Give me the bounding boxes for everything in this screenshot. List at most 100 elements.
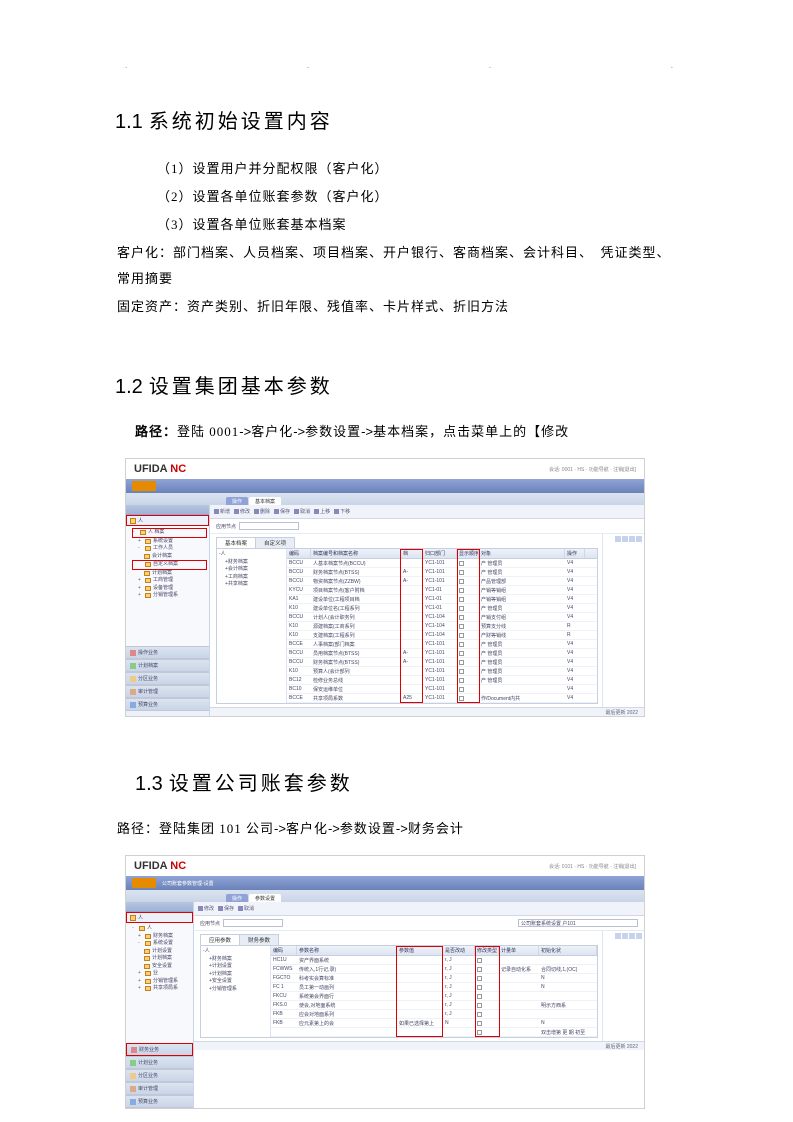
checkbox[interactable] <box>459 633 464 638</box>
tab2-custom[interactable]: 自定义项 <box>255 537 295 548</box>
table-row[interactable]: K10源建档案(工商系列YC1-104预算支分线R <box>287 622 597 631</box>
tool-icon[interactable] <box>636 933 642 939</box>
filter-input[interactable] <box>223 919 283 927</box>
table-row[interactable]: FKCU系统第会界面行r, J <box>271 992 597 1001</box>
table-row[interactable]: 双击增第 更 期 初至 <box>271 1028 597 1037</box>
tab2-app[interactable]: 应用参数 <box>200 934 240 945</box>
table-row[interactable]: BCCE人事档案(部门档案YC1-101产 管理员V4 <box>287 640 597 649</box>
data-table[interactable]: 编码 档案编号和档案名称 档 归口部门 显示顺序 对象 操作 BCCU人基本档案… <box>287 549 597 703</box>
table-tree[interactable]: -人 +财务档案 +计划设置 +计划档案 +安全设置 +分销管理系 <box>201 946 271 1037</box>
sect-2[interactable]: 分区业务 <box>126 1069 193 1082</box>
tool-icon[interactable] <box>629 933 635 939</box>
tab-params[interactable]: 参数设置 <box>249 894 281 902</box>
sidebar-item-active[interactable]: 人 <box>126 515 209 526</box>
table-row[interactable]: BCCE共享项局系数A25YC1-101作/Document内共V4 <box>287 694 597 703</box>
btn-save[interactable]: 保存 <box>218 905 234 912</box>
tab2-fin[interactable]: 财务参数 <box>239 934 279 945</box>
checkbox[interactable] <box>477 1003 482 1008</box>
nav-home-button[interactable] <box>132 481 156 491</box>
table-row[interactable]: BCCU财务档案节点(BTSS)A-YC1-101产 管理员V4 <box>287 568 597 577</box>
table-row[interactable]: BCCU财务档案节点(BTSS)A-YC1-101产 管理员V4 <box>287 658 597 667</box>
btn-edit[interactable]: 修改 <box>234 508 250 515</box>
sidebar-item-active[interactable]: 人 <box>126 912 193 923</box>
company-input[interactable]: 公司账套系统设置 户101 <box>518 919 638 927</box>
table-row[interactable]: HC1U资产界面系统r, J <box>271 956 597 965</box>
sect-3[interactable]: 审计管理 <box>126 685 209 698</box>
checkbox[interactable] <box>477 994 482 999</box>
table-row[interactable]: K10建设单位名(工程系列YC1-01产 管理员V4 <box>287 604 597 613</box>
checkbox[interactable] <box>459 696 464 701</box>
sect-finance[interactable]: 财务业务 <box>126 1043 193 1056</box>
tab-basic-archive[interactable]: 基本档案 <box>249 497 281 505</box>
sect-4[interactable]: 预算业务 <box>126 698 209 711</box>
btn-new[interactable]: 新增 <box>214 508 230 515</box>
checkbox[interactable] <box>459 624 464 629</box>
sect-3[interactable]: 审计管理 <box>126 1082 193 1095</box>
checkbox[interactable] <box>477 958 482 963</box>
table-row[interactable]: K10预算人(会计部列YC1-101产 管理员V4 <box>287 667 597 676</box>
tool-icon[interactable] <box>636 536 642 542</box>
checkbox[interactable] <box>477 976 482 981</box>
tool-icon[interactable] <box>615 536 621 542</box>
sect-0[interactable]: 操作业务 <box>126 646 209 659</box>
btn-del[interactable]: 删除 <box>254 508 270 515</box>
tab-operate[interactable]: 操作 <box>226 497 248 505</box>
checkbox[interactable] <box>459 588 464 593</box>
table-row[interactable]: FKB应会对地面系列r, J <box>271 1010 597 1019</box>
table-row[interactable]: KA1建设单位(工程项目档YC1-01产销等销组V4 <box>287 595 597 604</box>
checkbox[interactable] <box>459 678 464 683</box>
nav-tree[interactable]: -人 +财务档案 -系统设置 计划设置 计划档案 安全设置 +业 +分销管理系 … <box>126 923 193 1043</box>
table-row[interactable]: FGCTO科考实会算标准r, JN <box>271 974 597 983</box>
table-row[interactable]: FC 1员工第一动画列r, JN <box>271 983 597 992</box>
table-row[interactable]: BC10保安运维单位YC1-101V4 <box>287 685 597 694</box>
checkbox[interactable] <box>459 561 464 566</box>
tab-operate[interactable]: 操作 <box>226 894 248 902</box>
btn-save[interactable]: 保存 <box>274 508 290 515</box>
checkbox[interactable] <box>459 606 464 611</box>
btn-up[interactable]: 上移 <box>314 508 330 515</box>
sect-2[interactable]: 分区业务 <box>126 672 209 685</box>
table-row[interactable]: FCWWS传统入,1行记,录)r, J记录自动化系合同切线,1,(OC) <box>271 965 597 974</box>
table-row[interactable]: FKS.0使会,对地面系统r, J明示方西系 <box>271 1001 597 1010</box>
btn-edit[interactable]: 修改 <box>198 905 214 912</box>
table-row[interactable]: KYCU项目档案节点(客户附档YC1-01产销等销组V4 <box>287 586 597 595</box>
tool-icon[interactable] <box>622 536 628 542</box>
checkbox[interactable] <box>459 570 464 575</box>
checkbox[interactable] <box>477 967 482 972</box>
table-row[interactable]: FKB应元素第上的会如果已选择第上NN <box>271 1019 597 1028</box>
doc-tabs[interactable]: 操作 参数设置 <box>126 890 644 902</box>
top-menubar[interactable]: 公司账套参数管理-设置 <box>126 876 644 890</box>
checkbox[interactable] <box>459 597 464 602</box>
sect-4[interactable]: 预算业务 <box>126 1095 193 1108</box>
checkbox[interactable] <box>459 615 464 620</box>
checkbox[interactable] <box>477 1021 482 1026</box>
checkbox[interactable] <box>459 687 464 692</box>
checkbox[interactable] <box>459 660 464 665</box>
sect-1[interactable]: 计划业务 <box>126 1056 193 1069</box>
tool-icon[interactable] <box>615 933 621 939</box>
btn-down[interactable]: 下移 <box>334 508 350 515</box>
nav-tree[interactable]: -人 档案 +系统设置 -工作人员 会计档案 自定义档案 计划档案 +工商管理 … <box>126 526 209 646</box>
filter-input[interactable] <box>239 522 299 530</box>
tab2-basic[interactable]: 基本档案 <box>216 537 256 548</box>
top-menubar[interactable] <box>126 479 644 493</box>
data-table[interactable]: 编码 参数名称 参数值 是否改动 修改类型 计量单 初始化状 HC1U资产界面系… <box>271 946 597 1037</box>
checkbox[interactable] <box>477 1012 482 1017</box>
table-row[interactable]: BCCU物资档案节点(ZZBW)A-YC1-101产品管理部V4 <box>287 577 597 586</box>
table-row[interactable]: BCCU人基本档案节点(BCCU)YC1-101产 管理员V4 <box>287 559 597 568</box>
btn-cancel[interactable]: 取消 <box>294 508 310 515</box>
checkbox[interactable] <box>459 651 464 656</box>
checkbox[interactable] <box>459 579 464 584</box>
table-row[interactable]: BCCU员用档案节点(BTSS)A-YC1-101产 管理员V4 <box>287 649 597 658</box>
nav-home-button[interactable] <box>132 878 156 888</box>
checkbox[interactable] <box>477 1030 482 1035</box>
table-tree[interactable]: -人 +财务档案 +会计档案 +工商档案 +共享档案 <box>217 549 287 703</box>
tool-icon[interactable] <box>629 536 635 542</box>
sect-1[interactable]: 计划档案 <box>126 659 209 672</box>
btn-cancel[interactable]: 取消 <box>238 905 254 912</box>
table-row[interactable]: BC12检修业务总线YC1-101产 管理员V4 <box>287 676 597 685</box>
tool-icon[interactable] <box>622 933 628 939</box>
checkbox[interactable] <box>459 669 464 674</box>
checkbox[interactable] <box>459 642 464 647</box>
checkbox[interactable] <box>477 985 482 990</box>
